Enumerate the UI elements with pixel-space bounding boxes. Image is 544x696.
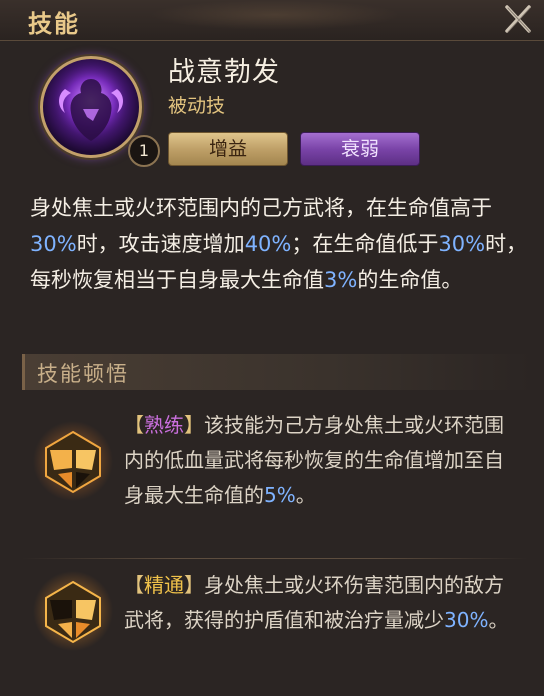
- insight-level-name: 熟练: [144, 413, 184, 437]
- panel-title: 技能: [28, 9, 80, 38]
- title-bar-ornament: [150, 0, 400, 30]
- insight-section-title: 技能顿悟: [37, 362, 129, 386]
- skill-description: 身处焦土或火环范围内的己方武将，在生命值高于30%时，攻击速度增加40%；在生命…: [30, 190, 530, 298]
- insight-value: 5%: [264, 483, 296, 507]
- insight-section-header: 技能顿悟: [22, 354, 531, 390]
- insight-value: 30%: [444, 608, 489, 632]
- desc-value: 40%: [244, 232, 292, 256]
- desc-value: 30%: [438, 232, 486, 256]
- desc-value: 3%: [324, 268, 358, 292]
- desc-value: 30%: [30, 232, 77, 256]
- insight-bracket: 】: [184, 573, 204, 597]
- tag-buff[interactable]: 增益: [168, 132, 288, 166]
- insight-bracket: 【: [124, 413, 144, 437]
- demon-silhouette-icon: [51, 65, 131, 145]
- tag-debuff[interactable]: 衰弱: [300, 132, 420, 166]
- desc-text: 时，攻击速度增加: [76, 232, 245, 256]
- insight-text: 。: [295, 483, 316, 507]
- insight-proficient-icon: [33, 421, 113, 501]
- desc-text: 的生命值。: [357, 268, 463, 292]
- skill-level-badge: 1: [128, 135, 160, 167]
- insight-divider: [22, 558, 528, 559]
- insight-bracket: 【: [124, 573, 144, 597]
- title-bar: 技能: [0, 0, 544, 41]
- desc-text: ；在生命值低于: [291, 232, 439, 256]
- insight-text: 。: [488, 608, 509, 632]
- insight-level-name: 精通: [144, 573, 184, 597]
- skill-name: 战意勃发: [168, 57, 280, 88]
- insight-bracket: 】: [184, 413, 204, 437]
- skill-icon: [40, 56, 142, 158]
- insight-item-proficient: 【熟练】该技能为己方身处焦土或火环范围内的低血量武将每秒恢复的生命值增加至自身最…: [124, 408, 516, 513]
- insight-mastery-icon: [33, 571, 113, 651]
- insight-item-mastery: 【精通】身处焦土或火环伤害范围内的敌方武将，获得的护盾值和被治疗量减少30%。: [124, 568, 516, 638]
- close-button[interactable]: [502, 3, 534, 35]
- skill-type: 被动技: [168, 95, 226, 117]
- desc-text: 身处焦土或火环范围内的己方武将，在生命值高于: [30, 196, 492, 220]
- close-icon[interactable]: [502, 3, 534, 35]
